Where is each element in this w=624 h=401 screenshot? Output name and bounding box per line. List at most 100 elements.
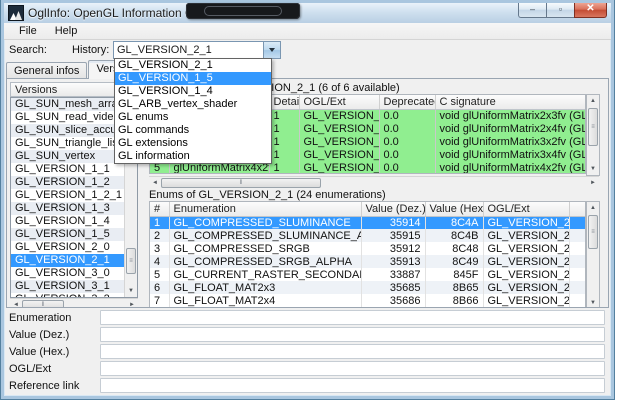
table-cell: 0.0 <box>379 109 435 122</box>
table-cell: 4 <box>150 255 169 268</box>
commands-horizontal-scrollbar[interactable]: ◄ ⦀ ► <box>149 176 599 189</box>
column-header-C signature[interactable]: C signature <box>435 95 586 109</box>
dropdown-item[interactable]: GL_ARB_vertex_shader <box>115 98 271 111</box>
close-button[interactable]: ✕ <box>574 3 607 18</box>
table-cell: 845F <box>425 268 483 281</box>
table-row[interactable]: 4GL_COMPRESSED_SRGB_ALPHA359138C49GL_VER… <box>150 255 586 268</box>
table-cell <box>569 255 586 268</box>
versions-list-item[interactable]: GL_SUN_slice_accum <box>11 124 125 137</box>
table-row[interactable]: 2GL_COMPRESSED_SLUMINANCE_ALPHA359158C4B… <box>150 229 586 242</box>
field-input-reference-link[interactable] <box>100 378 605 393</box>
table-row[interactable]: 5GL_CURRENT_RASTER_SECONDARY_COLOR338878… <box>150 268 586 281</box>
scroll-down-icon[interactable]: ▼ <box>587 163 599 175</box>
table-cell: void glUniformMatrix2x3fv (GLint locatio… <box>435 109 586 122</box>
versions-list-item[interactable]: GL_VERSION_2_0 <box>11 241 125 254</box>
scroll-down-icon[interactable]: ▼ <box>587 297 599 308</box>
scroll-down-icon[interactable]: ▼ <box>125 285 137 297</box>
scroll-right-icon[interactable]: ► <box>126 299 138 308</box>
menu-item-help[interactable]: Help <box>46 24 87 38</box>
table-cell: 0.0 <box>379 161 435 174</box>
app-window: OglInfo: OpenGL Information Center – ▫ ✕… <box>1 0 614 399</box>
dropdown-item[interactable]: GL_VERSION_2_1 <box>115 59 271 72</box>
versions-list-item[interactable]: GL_SUN_vertex <box>11 150 125 163</box>
background-window-fragment-outline <box>204 6 282 16</box>
maximize-button[interactable]: ▫ <box>546 3 574 18</box>
title-bar[interactable]: OglInfo: OpenGL Information Center – ▫ ✕ <box>4 3 611 23</box>
dropdown-item[interactable]: GL extensions <box>115 137 271 150</box>
field-label: Value (Dez.) <box>9 329 69 341</box>
table-cell: 0.0 <box>379 122 435 135</box>
minimize-button[interactable]: – <box>518 3 546 18</box>
column-header-#[interactable]: # <box>150 202 169 216</box>
column-header-OGL/Ext[interactable]: OGL/Ext <box>299 95 379 109</box>
column-header-Enumeration[interactable]: Enumeration <box>169 202 361 216</box>
field-input-value-dez-[interactable] <box>100 327 605 342</box>
commands-scrollbar-thumb[interactable]: ≡ <box>588 108 598 146</box>
dropdown-item[interactable]: GL_VERSION_1_5 <box>115 72 271 85</box>
minimize-icon: – <box>530 5 535 14</box>
table-cell: 1 <box>269 135 299 148</box>
table-cell: 8C4A <box>425 216 483 229</box>
table-cell: GL_VERSION_2_1 <box>483 255 569 268</box>
field-input-enumeration[interactable] <box>100 310 605 325</box>
versions-list-item[interactable]: GL_VERSION_1_4 <box>11 215 125 228</box>
table-cell: 5 <box>150 268 169 281</box>
tab-general-infos[interactable]: General infos <box>6 62 87 79</box>
versions-list-item[interactable]: GL_VERSION_3_1 <box>11 280 125 293</box>
table-cell: 35685 <box>361 281 425 294</box>
menu-item-file[interactable]: File <box>10 24 46 38</box>
field-input-value-hex-[interactable] <box>100 344 605 359</box>
table-cell: 33887 <box>361 268 425 281</box>
history-combobox[interactable]: GL_VERSION_2_1 <box>113 41 281 59</box>
table-cell <box>569 281 586 294</box>
scroll-left-icon[interactable]: ◄ <box>10 299 22 308</box>
table-row[interactable]: 3GL_COMPRESSED_SRGB359128C48GL_VERSION_2… <box>150 242 586 255</box>
table-cell: GL_VERSION_2_1 <box>483 216 569 229</box>
history-combobox-dropdown-button[interactable] <box>263 42 280 58</box>
versions-list-item[interactable]: GL_VERSION_1_3 <box>11 202 125 215</box>
dropdown-item[interactable]: GL information <box>115 150 271 163</box>
versions-list-item[interactable]: GL_VERSION_1_5 <box>11 228 125 241</box>
dropdown-item[interactable]: GL enums <box>115 111 271 124</box>
versions-list-item[interactable]: GL_VERSION_1_2_1 <box>11 189 125 202</box>
enums-vertical-scrollbar[interactable]: ▲ ≡ ▼ <box>586 201 600 308</box>
column-header-blank[interactable] <box>569 202 586 216</box>
column-header-OGL/Ext[interactable]: OGL/Ext <box>483 202 569 216</box>
versions-list-item[interactable]: GL_VERSION_3_0 <box>11 267 125 280</box>
scroll-left-icon[interactable]: ◄ <box>149 177 161 189</box>
commands-hscrollbar-thumb[interactable]: ⦀ <box>161 178 321 188</box>
enums-table-header[interactable]: #EnumerationValue (Dez.)Value (Hex.)OGL/… <box>150 202 586 216</box>
dropdown-item[interactable]: GL commands <box>115 124 271 137</box>
table-cell: 0.0 <box>379 148 435 161</box>
versions-hscrollbar-thumb[interactable]: ⦀ <box>22 300 64 308</box>
column-header-Value (Hex.)[interactable]: Value (Hex.) <box>425 202 483 216</box>
commands-vertical-scrollbar[interactable]: ▲ ≡ ▼ <box>586 94 600 176</box>
column-header-Value (Dez.)[interactable]: Value (Dez.) <box>361 202 425 216</box>
versions-list-item[interactable]: GL_SUN_read_video_pixels <box>11 111 125 124</box>
table-cell: GL_VERSION_2_1 <box>299 109 379 122</box>
table-cell: 8B65 <box>425 281 483 294</box>
versions-list-item[interactable]: GL_VERSION_2_1 <box>11 254 125 267</box>
table-cell: 3 <box>150 242 169 255</box>
dropdown-item[interactable]: GL_VERSION_1_4 <box>115 85 271 98</box>
enums-scrollbar-thumb[interactable]: ≡ <box>588 215 598 249</box>
versions-list-item[interactable]: GL_VERSION_1_1 <box>11 163 125 176</box>
table-row[interactable]: 6GL_FLOAT_MAT2x3356858B65GL_VERSION_2_1 <box>150 281 586 294</box>
field-input-ogl-ext[interactable] <box>100 361 605 376</box>
scroll-right-icon[interactable]: ► <box>587 177 599 189</box>
caption-buttons: – ▫ ✕ <box>518 3 607 18</box>
scroll-up-icon[interactable]: ▲ <box>587 95 599 107</box>
versions-list-item[interactable]: GL_SUN_mesh_array <box>11 98 125 111</box>
versions-scrollbar-thumb[interactable]: ≡ <box>126 248 136 274</box>
history-label: History: <box>72 44 109 56</box>
versions-horizontal-scrollbar[interactable]: ◄ ⦀ ► <box>10 298 138 308</box>
table-cell: 7 <box>150 294 169 307</box>
column-header-Deprecated[interactable]: Deprecated <box>379 95 435 109</box>
versions-list-item[interactable]: GL_VERSION_1_2 <box>11 176 125 189</box>
versions-list-item[interactable]: GL_SUN_triangle_list <box>11 137 125 150</box>
column-header-Detail[interactable]: Detail <box>269 95 299 109</box>
table-cell: GL_FLOAT_MAT2x3 <box>169 281 361 294</box>
scroll-up-icon[interactable]: ▲ <box>587 202 599 214</box>
table-row[interactable]: 7GL_FLOAT_MAT2x4356868B66GL_VERSION_2_1 <box>150 294 586 307</box>
table-row[interactable]: 1GL_COMPRESSED_SLUMINANCE359148C4AGL_VER… <box>150 216 586 229</box>
